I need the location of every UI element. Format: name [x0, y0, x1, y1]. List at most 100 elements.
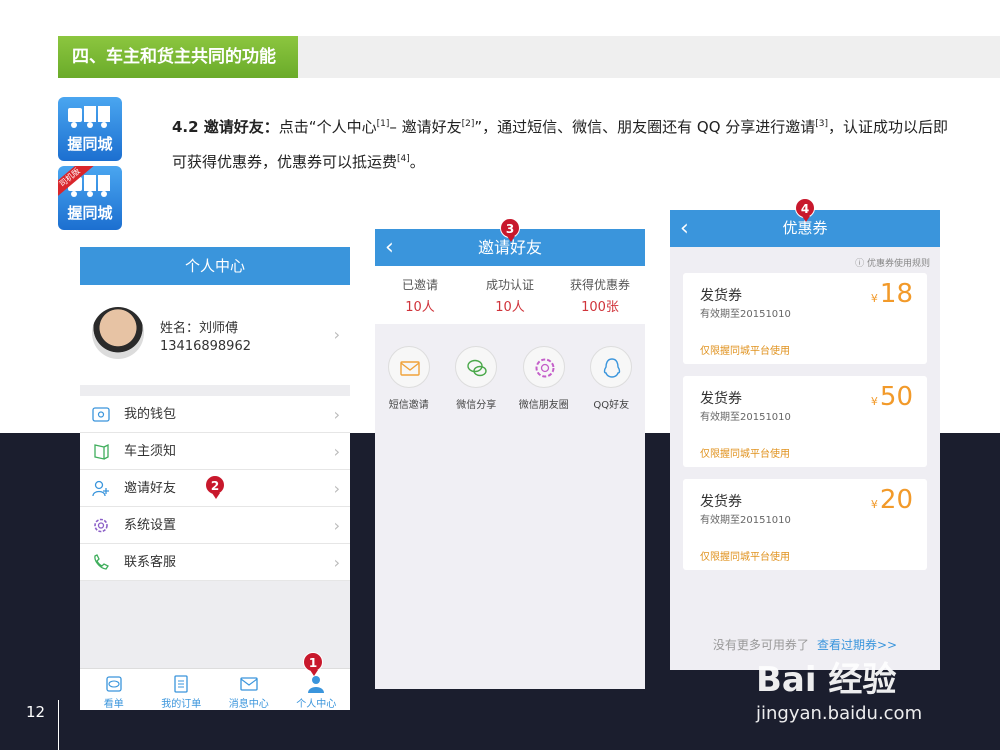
list-icon — [174, 675, 188, 693]
moments-icon — [535, 358, 555, 378]
coupon-footer: 没有更多可用券了 查看过期券>> — [670, 636, 940, 653]
coupon-note: 仅限握同城平台使用 — [700, 449, 790, 460]
help-icon: ⓘ — [855, 259, 867, 269]
currency-symbol: ¥ — [870, 292, 878, 305]
page-title: 个人中心 — [80, 247, 350, 285]
coupon-expiry: 有效期至20151010 — [700, 412, 791, 423]
menu-item-label: 联系客服 — [124, 555, 177, 570]
coupon-amount: ¥20 — [871, 485, 913, 515]
reference: [1] — [376, 119, 390, 129]
phone-invite-friends: ‹ 邀请好友 已邀请 10人 成功认证 10人 获得优惠券 100张 短信邀请 … — [375, 229, 645, 689]
stat-verified: 成功认证 10人 — [465, 266, 555, 324]
share-wechat[interactable]: 微信分享 — [443, 346, 511, 411]
chevron-right-icon: › — [333, 405, 340, 424]
qq-icon — [604, 358, 621, 378]
coupon-title: 发货券 — [700, 391, 742, 407]
coupon-amount: ¥18 — [871, 279, 913, 309]
share-icon-circle — [590, 346, 633, 388]
paragraph-heading: 4.2 邀请好友： — [172, 118, 279, 136]
section-title: 四、车主和货主共同的功能 — [58, 36, 298, 78]
tab-label: 我的订单 — [161, 699, 202, 710]
amount-value: 18 — [879, 279, 913, 309]
share-label: 短信邀请 — [388, 400, 429, 411]
coupon-expiry: 有效期至20151010 — [700, 309, 791, 320]
profile-phone: 13416898962 — [160, 339, 251, 354]
step-marker-1: 1 — [303, 652, 323, 676]
paragraph-text: 点击“个人中心 — [278, 118, 377, 136]
share-label: 微信分享 — [456, 400, 497, 411]
amount-value: 50 — [879, 382, 913, 412]
tab-label: 个人中心 — [296, 699, 337, 710]
stat-label: 成功认证 — [485, 278, 534, 292]
stat-invited: 已邀请 10人 — [375, 266, 465, 324]
paragraph-text: ”，通过短信、微信、朋友圈还有 QQ 分享进行邀请 — [474, 118, 816, 136]
coupon-note: 仅限握同城平台使用 — [700, 346, 790, 357]
profile-card[interactable]: 姓名：刘师傅 13416898962 › — [80, 285, 350, 385]
share-options: 短信邀请 微信分享 微信朋友圈 QQ好友 — [375, 324, 645, 411]
coupon-note: 仅限握同城平台使用 — [700, 552, 790, 563]
share-icon-circle — [387, 346, 430, 388]
share-moments[interactable]: 微信朋友圈 — [510, 346, 578, 411]
share-label: 微信朋友圈 — [518, 400, 569, 411]
step-marker-3: 3 — [500, 218, 520, 242]
reference: [4] — [397, 154, 410, 164]
instruction-paragraph: 4.2 邀请好友：点击“个人中心[1]– 邀请好友[2]”，通过短信、微信、朋友… — [172, 108, 952, 178]
watermark-logo: Bai 经验 — [756, 660, 897, 700]
tab-my-orders[interactable]: 我的订单 — [148, 669, 216, 710]
stat-label: 获得优惠券 — [569, 278, 630, 292]
stat-value: 100张 — [581, 300, 619, 315]
rules-text: 优惠券使用规则 — [866, 259, 930, 269]
sms-icon — [400, 361, 420, 376]
chevron-right-icon: › — [333, 325, 340, 344]
menu-item-notice[interactable]: 车主须知 › — [80, 433, 350, 470]
coupon-title: 发货券 — [700, 494, 742, 510]
no-more-coupons-text: 没有更多可用券了 — [712, 638, 809, 652]
stat-label: 已邀请 — [401, 278, 438, 292]
menu-item-customer-service[interactable]: 联系客服 › — [80, 544, 350, 581]
coupon-card[interactable]: 发货券 有效期至20151010 仅限握同城平台使用 ¥50 — [683, 376, 927, 467]
logo-name: 握同城 — [67, 135, 113, 153]
mail-icon — [240, 677, 258, 691]
coupon-rules-link[interactable]: ⓘ 优惠券使用规则 — [670, 247, 940, 273]
menu-item-settings[interactable]: 系统设置 › — [80, 507, 350, 544]
chevron-right-icon: › — [333, 553, 340, 572]
phone-icon — [94, 554, 109, 570]
menu-item-label: 邀请好友 — [124, 481, 177, 496]
eye-icon — [106, 676, 122, 692]
share-icon-circle — [522, 346, 565, 388]
reference: [3] — [815, 119, 829, 129]
chevron-right-icon: › — [333, 479, 340, 498]
menu-item-wallet[interactable]: 我的钱包 › — [80, 396, 350, 433]
tab-label: 看单 — [103, 699, 124, 710]
menu-item-label: 系统设置 — [124, 518, 177, 533]
share-sms[interactable]: 短信邀请 — [375, 346, 443, 411]
coupon-card[interactable]: 发货券 有效期至20151010 仅限握同城平台使用 ¥18 — [683, 273, 927, 364]
currency-symbol: ¥ — [870, 498, 878, 511]
share-icon-circle — [455, 346, 498, 388]
chevron-right-icon: › — [333, 516, 340, 535]
wechat-icon — [467, 359, 487, 377]
logo-name: 握同城 — [67, 204, 113, 222]
profile-name: 姓名：刘师傅 — [160, 321, 239, 336]
coupon-card[interactable]: 发货券 有效期至20151010 仅限握同城平台使用 ¥20 — [683, 479, 927, 570]
back-arrow-icon[interactable]: ‹ — [385, 229, 394, 266]
tab-view-orders[interactable]: 看单 — [80, 669, 148, 710]
coupon-title: 发货券 — [700, 288, 742, 304]
view-expired-coupons-link[interactable]: 查看过期券>> — [817, 638, 897, 652]
truck-icon — [68, 106, 110, 128]
avatar — [92, 307, 144, 359]
coupon-expiry: 有效期至20151010 — [700, 515, 791, 526]
invite-stats: 已邀请 10人 成功认证 10人 获得优惠券 100张 — [375, 266, 645, 324]
person-icon — [308, 676, 325, 693]
step-marker-2: 2 — [205, 475, 225, 499]
chevron-right-icon: › — [333, 442, 340, 461]
back-arrow-icon[interactable]: ‹ — [680, 210, 689, 247]
gear-icon — [94, 518, 108, 533]
paragraph-text: 。 — [409, 153, 425, 171]
step-marker-4: 4 — [795, 198, 815, 222]
add-friend-icon — [92, 480, 109, 497]
share-label: QQ好友 — [593, 400, 630, 411]
tab-label: 消息中心 — [228, 699, 269, 710]
share-qq[interactable]: QQ好友 — [578, 346, 646, 411]
tab-messages[interactable]: 消息中心 — [215, 669, 283, 710]
